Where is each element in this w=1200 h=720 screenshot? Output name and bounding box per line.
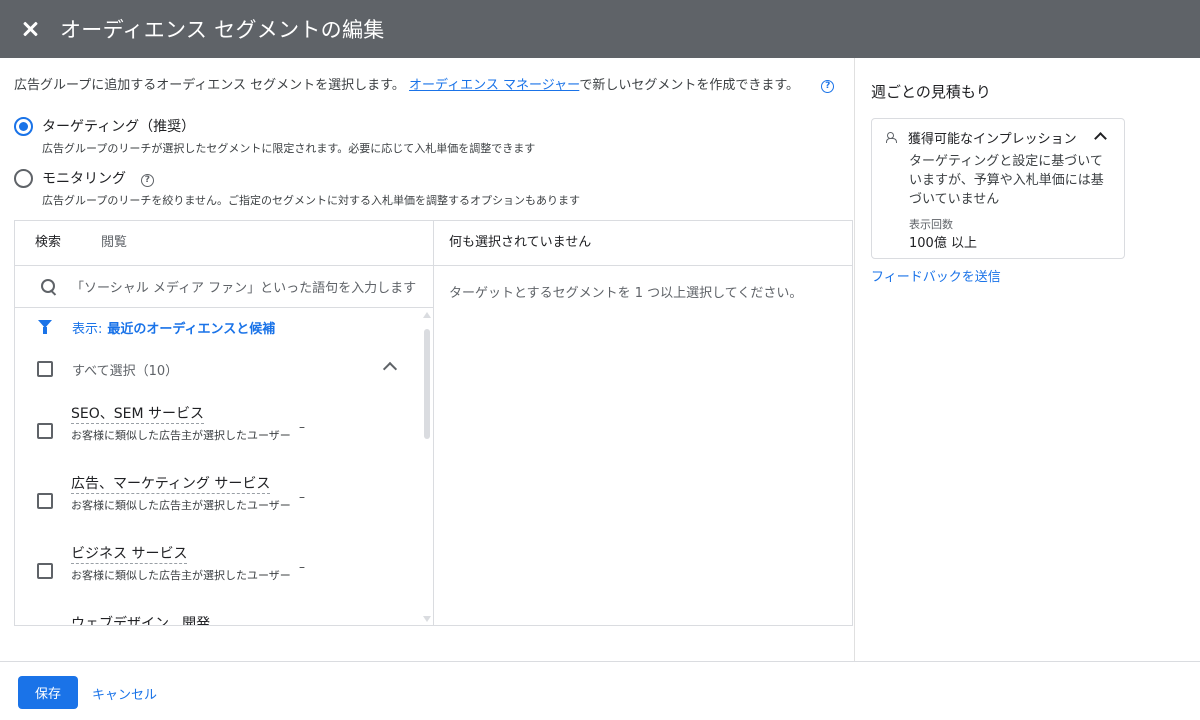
segment-list: 表示: 最近のオーディエンスと候補 すべて選択（10） SEO、SEM サービス… bbox=[15, 309, 421, 625]
estimates-title: 週ごとの見積もり bbox=[871, 83, 991, 101]
chevron-up-icon[interactable] bbox=[1094, 132, 1107, 145]
monitoring-radio[interactable] bbox=[14, 169, 33, 188]
filter-row[interactable]: 表示: 最近のオーディエンスと候補 bbox=[15, 309, 421, 345]
scroll-up-icon[interactable] bbox=[423, 312, 431, 318]
intro-text: 広告グループに追加するオーディエンス セグメントを選択します。 オーディエンス … bbox=[14, 74, 835, 93]
list-item[interactable]: 広告、マーケティング サービス お客様に類似した広告主が選択したユーザー – bbox=[15, 463, 421, 533]
segment-checkbox[interactable] bbox=[37, 563, 53, 579]
close-icon[interactable] bbox=[20, 19, 40, 39]
main-panel: 広告グループに追加するオーディエンス セグメントを選択します。 オーディエンス … bbox=[0, 58, 854, 661]
intro-text-before: 広告グループに追加するオーディエンス セグメントを選択します。 bbox=[14, 78, 405, 93]
segment-description: お客様に類似した広告主が選択したユーザー bbox=[71, 429, 291, 442]
audience-manager-link[interactable]: オーディエンス マネージャー bbox=[409, 78, 579, 93]
scrollbar-thumb[interactable] bbox=[424, 329, 430, 439]
dialog-footer: 保存 キャンセル bbox=[0, 661, 1200, 720]
selected-empty-message: ターゲットとするセグメントを 1 つ以上選択してください。 bbox=[449, 286, 803, 301]
segment-checkbox[interactable] bbox=[37, 423, 53, 439]
impressions-stat-value: 100億 以上 bbox=[909, 236, 977, 251]
selected-heading: 何も選択されていません bbox=[434, 221, 852, 266]
list-scrollbar[interactable] bbox=[421, 309, 433, 625]
segment-description: お客様に類似した広告主が選択したユーザー bbox=[71, 499, 291, 512]
monitoring-help-icon[interactable]: ? bbox=[140, 174, 154, 187]
segment-checkbox[interactable] bbox=[37, 493, 53, 509]
filter-value[interactable]: 最近のオーディエンスと候補 bbox=[107, 318, 275, 337]
search-bar[interactable]: 「ソーシャル メディア ファン」といった語句を入力します bbox=[15, 266, 433, 308]
segment-browser: 検索 閲覧 「ソーシャル メディア ファン」といった語句を入力します 表示: 最… bbox=[15, 221, 434, 625]
dialog-header: オーディエンス セグメントの編集 bbox=[0, 0, 1200, 58]
segment-tabs: 検索 閲覧 bbox=[15, 221, 433, 266]
selected-segments-panel: 何も選択されていません ターゲットとするセグメントを 1 つ以上選択してください… bbox=[434, 221, 852, 625]
monitoring-label-row: モニタリング ? bbox=[42, 168, 580, 188]
cancel-button[interactable]: キャンセル bbox=[92, 684, 157, 703]
segment-picker: 検索 閲覧 「ソーシャル メディア ファン」といった語句を入力します 表示: 最… bbox=[14, 220, 853, 626]
estimates-panel: 週ごとの見積もり 獲得可能なインプレッション ターゲティングと設定に基づいていま… bbox=[854, 58, 1200, 661]
monitoring-option[interactable]: モニタリング ? 広告グループのリーチを絞りません。ご指定のセグメントに対する入… bbox=[14, 168, 580, 208]
select-all-row[interactable]: すべて選択（10） bbox=[15, 345, 421, 393]
filter-prefix: 表示: bbox=[72, 321, 103, 337]
select-all-label: すべて選択（10） bbox=[72, 363, 179, 379]
segment-name[interactable]: ビジネス サービス bbox=[71, 545, 188, 564]
monitoring-label: モニタリング bbox=[42, 171, 126, 187]
segment-name[interactable]: ウェブデザイン、開発 bbox=[71, 615, 210, 625]
targeting-label: ターゲティング（推奨） bbox=[42, 119, 196, 135]
search-input[interactable]: 「ソーシャル メディア ファン」といった語句を入力します bbox=[71, 277, 416, 296]
scroll-down-icon[interactable] bbox=[423, 616, 431, 622]
monitoring-description: 広告グループのリーチを絞りません。ご指定のセグメントに対する入札単価を調整するオ… bbox=[42, 194, 581, 207]
list-item[interactable]: SEO、SEM サービス お客様に類似した広告主が選択したユーザー – bbox=[15, 393, 421, 463]
dialog-title: オーディエンス セグメントの編集 bbox=[60, 18, 385, 42]
search-icon bbox=[41, 278, 57, 295]
segment-metric: – bbox=[299, 490, 305, 504]
segment-metric: – bbox=[299, 560, 305, 574]
tab-browse[interactable]: 閲覧 bbox=[81, 221, 147, 265]
help-icon[interactable]: ? bbox=[821, 80, 835, 93]
list-item[interactable]: ウェブデザイン、開発 bbox=[15, 603, 421, 625]
intro-text-after: で新しいセグメントを作成できます。 bbox=[579, 78, 800, 93]
chevron-up-icon[interactable] bbox=[382, 361, 398, 377]
segment-name[interactable]: 広告、マーケティング サービス bbox=[71, 475, 271, 494]
segment-metric: – bbox=[299, 420, 305, 434]
tab-search[interactable]: 検索 bbox=[15, 221, 81, 265]
filter-icon bbox=[38, 320, 52, 334]
impressions-card-description: ターゲティングと設定に基づいていますが、予算や入札単価には基づいていません bbox=[909, 154, 1104, 207]
impressions-card-title: 獲得可能なインプレッション bbox=[908, 132, 1077, 147]
list-item[interactable]: ビジネス サービス お客様に類似した広告主が選択したユーザー – bbox=[15, 533, 421, 603]
segment-name[interactable]: SEO、SEM サービス bbox=[71, 405, 205, 424]
targeting-radio[interactable] bbox=[14, 117, 33, 136]
segment-description: お客様に類似した広告主が選択したユーザー bbox=[71, 569, 291, 582]
select-all-checkbox[interactable] bbox=[37, 361, 53, 377]
impressions-card-header[interactable]: 獲得可能なインプレッション bbox=[886, 128, 1077, 147]
impressions-card: 獲得可能なインプレッション ターゲティングと設定に基づいていますが、予算や入札単… bbox=[871, 118, 1125, 259]
targeting-description: 広告グループのリーチが選択したセグメントに限定されます。必要に応じて入札単価を調… bbox=[42, 142, 536, 155]
send-feedback-link[interactable]: フィードバックを送信 bbox=[871, 266, 1001, 285]
targeting-option[interactable]: ターゲティング（推奨） 広告グループのリーチが選択したセグメントに限定されます。… bbox=[14, 116, 535, 156]
people-icon bbox=[886, 132, 900, 143]
impressions-stat-label: 表示回数 bbox=[909, 218, 953, 231]
save-button[interactable]: 保存 bbox=[18, 676, 78, 709]
